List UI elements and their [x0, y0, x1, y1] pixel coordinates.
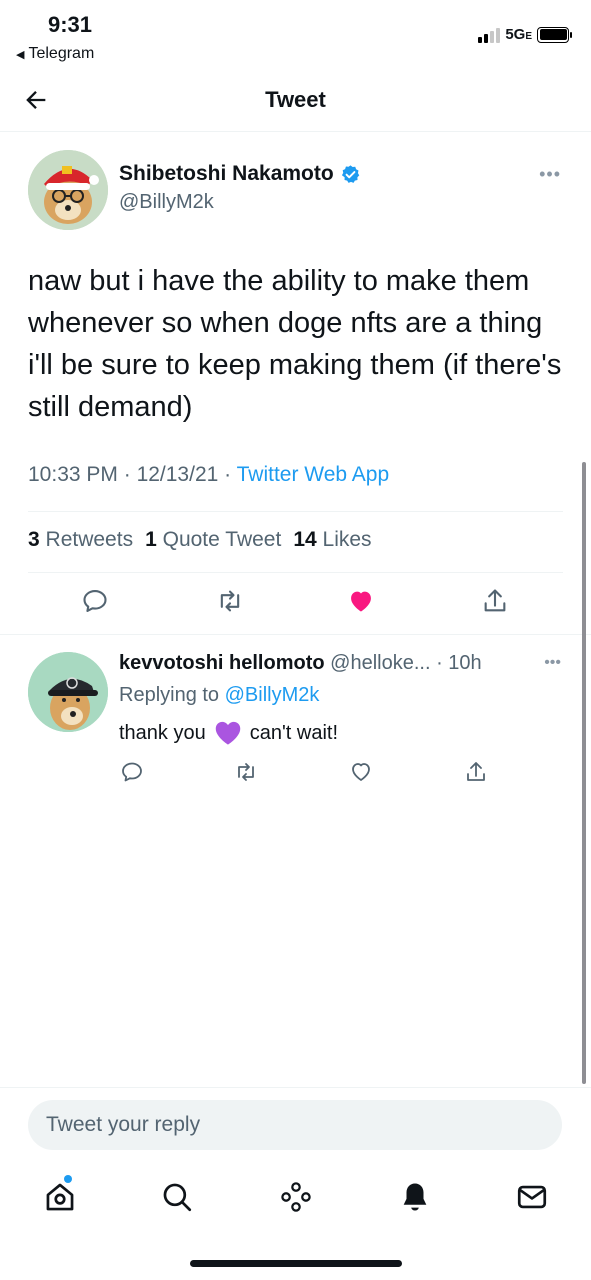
replying-to: Replying to @BillyM2k: [119, 684, 320, 706]
divider: [28, 511, 563, 512]
battery-icon: [537, 26, 572, 43]
like-icon[interactable]: [349, 760, 373, 784]
home-indicator: [190, 1260, 402, 1267]
search-icon[interactable]: [160, 1180, 194, 1214]
reply-author-name[interactable]: kevvotoshi hellomoto: [119, 652, 325, 674]
liked-heart-icon[interactable]: [347, 587, 375, 615]
spaces-icon[interactable]: [279, 1180, 313, 1214]
reply-input[interactable]: [28, 1100, 562, 1150]
signal-icon: [478, 27, 501, 43]
doge-santa-avatar-icon: [28, 150, 108, 230]
back-app-label: Telegram: [28, 45, 95, 62]
network-type: 5GE: [505, 26, 532, 43]
more-options-icon[interactable]: •••: [539, 164, 561, 185]
bottom-nav: [0, 1162, 591, 1242]
page-title: Tweet: [265, 87, 326, 112]
nav-header: Tweet: [0, 70, 591, 132]
doge-cap-avatar-icon: [28, 652, 108, 732]
tweet-source-link[interactable]: Twitter Web App: [237, 463, 390, 486]
tweet-date: 12/13/21: [136, 463, 219, 486]
reply-author-handle: @helloke...: [330, 652, 431, 674]
reply-tweet[interactable]: kevvotoshi hellomoto @helloke... · 10h •…: [0, 636, 591, 796]
back-triangle-icon: ◀: [16, 48, 25, 61]
home-icon[interactable]: [43, 1180, 77, 1214]
reply-author-avatar[interactable]: [28, 652, 108, 732]
retweets-stat[interactable]: 3 Retweets: [28, 528, 133, 552]
reply-more-options-icon[interactable]: •••: [544, 654, 561, 672]
retweet-icon[interactable]: [216, 587, 244, 615]
messages-icon[interactable]: [515, 1180, 549, 1214]
tweet-time: 10:33 PM: [28, 463, 118, 486]
reply-time: 10h: [448, 652, 482, 674]
author-name[interactable]: Shibetoshi Nakamoto: [119, 162, 361, 186]
share-icon[interactable]: [464, 760, 488, 784]
divider: [28, 572, 563, 573]
status-time: 9:31: [48, 12, 93, 37]
reply-header: kevvotoshi hellomoto @helloke... · 10h: [119, 652, 482, 674]
status-indicators: 5GE: [478, 26, 572, 43]
quotes-stat[interactable]: 1 Quote Tweet: [145, 528, 281, 552]
notification-dot: [64, 1175, 72, 1183]
main-tweet: Shibetoshi Nakamoto @BillyM2k ••• naw bu…: [0, 132, 591, 635]
retweet-icon[interactable]: [234, 760, 258, 784]
scrollbar[interactable]: [582, 462, 586, 1084]
author-avatar[interactable]: [28, 150, 108, 230]
reply-actions: [0, 760, 591, 790]
tweet-actions: [0, 587, 591, 623]
status-bar: 9:31 ◀ Telegram 5GE: [0, 0, 591, 70]
likes-stat[interactable]: 14 Likes: [293, 528, 371, 552]
reply-icon[interactable]: [81, 587, 109, 615]
tweet-stats: 3 Retweets 1 Quote Tweet 14 Likes: [28, 528, 372, 552]
tweet-meta: 10:33 PM · 12/13/21 · Twitter Web App: [28, 463, 390, 486]
purple-heart-icon: [215, 721, 240, 745]
notifications-icon[interactable]: [398, 1180, 432, 1214]
share-icon[interactable]: [481, 587, 509, 615]
reply-text: thank you can't wait!: [119, 720, 338, 746]
reply-composer: [0, 1087, 591, 1162]
verified-badge-icon: [341, 164, 359, 183]
tweet-text: naw but i have the ability to make them …: [28, 265, 562, 423]
replying-to-handle-link[interactable]: @BillyM2k: [225, 684, 320, 706]
back-to-app-link[interactable]: ◀ Telegram: [16, 45, 94, 63]
reply-icon[interactable]: [120, 760, 144, 784]
author-handle: @BillyM2k: [119, 191, 214, 213]
